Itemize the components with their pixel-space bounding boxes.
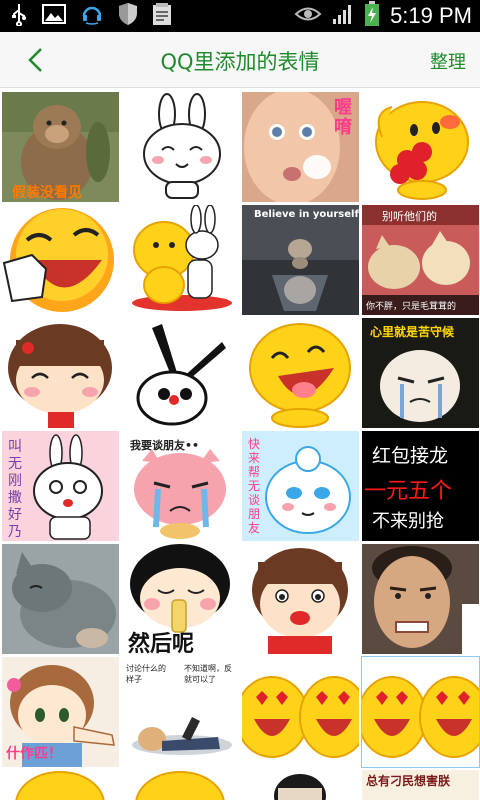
sticker-lying-person[interactable]: 讨论什么的样子 不知道啊，反就可以了 <box>122 657 239 767</box>
sticker-qq-flower[interactable] <box>362 92 479 202</box>
sticker-red-packet-text[interactable]: 红包接龙 一元五个 不来别抢 <box>362 431 479 541</box>
sticker-caption: 我要谈朋友•• <box>130 439 200 452</box>
status-bar: 5:19 PM <box>0 0 480 32</box>
sticker-rabbit-dazed[interactable]: 叫无刚撒好乃 <box>2 431 119 541</box>
system-icons: 5:19 PM <box>294 0 472 32</box>
sticker-crying-blob[interactable]: 心里就是苦守候 <box>362 318 479 428</box>
sticker-qq-laugh[interactable] <box>242 318 359 428</box>
app-bar: QQ里添加的表情 整理 <box>0 32 480 88</box>
sticker-caption-top: 别听他们的 <box>382 210 437 223</box>
battery-charging-icon <box>364 1 380 31</box>
sticker-blob-shy[interactable]: 快来帮无谈朋友 <box>242 431 359 541</box>
eye-icon <box>294 5 322 27</box>
image-icon <box>42 4 66 28</box>
update-icon <box>152 2 172 30</box>
sticker-caption: 喔唷 <box>334 97 352 138</box>
sticker-kitten-tiger-reflection[interactable]: Believe in yourself <box>242 205 359 315</box>
sticker-line-2: 一元五个 <box>364 479 453 504</box>
sticker-pig-crying[interactable]: 我要谈朋友•• <box>122 431 239 541</box>
signal-icon <box>332 3 354 29</box>
sticker-caption: 假装没看见 <box>12 185 82 201</box>
sticker-laughing-face[interactable] <box>2 205 119 315</box>
sticker-girl-cheeks[interactable] <box>242 544 359 654</box>
usb-icon <box>10 2 28 30</box>
sticker-caption: 快来帮无谈朋友 <box>248 437 261 535</box>
sticker-caption-right: 不知道啊，反就可以了 <box>184 664 232 684</box>
headset-icon <box>80 2 104 30</box>
sticker-gray-cat[interactable] <box>2 544 119 654</box>
sticker-line-1: 红包接龙 <box>372 445 449 467</box>
sticker-grid: 假装没看见 喔唷 Believe in yourself 别听他们的 你不胖，只… <box>0 89 480 800</box>
manage-button[interactable]: 整理 <box>430 48 466 74</box>
shield-icon <box>118 2 138 30</box>
sticker-line-3: 不来别抢 <box>372 511 444 532</box>
sticker-qq-hug-rabbit[interactable] <box>122 205 239 315</box>
sticker-caption-left: 讨论什么的样子 <box>126 664 166 684</box>
sticker-caption: 心里就是苦守候 <box>370 325 455 339</box>
sticker-partial-text[interactable]: 总有刁民想害朕 <box>362 770 479 800</box>
sticker-qq-partial-a[interactable] <box>2 770 119 800</box>
notification-icons <box>10 2 172 30</box>
sticker-qq-partial-b[interactable] <box>122 770 239 800</box>
sticker-baby-face[interactable]: 喔唷 <box>242 92 359 202</box>
sticker-caption: 然后呢 <box>128 632 195 654</box>
sticker-anime-girl[interactable]: 什作匹！ <box>2 657 119 767</box>
sticker-girl-smile[interactable] <box>2 318 119 428</box>
sticker-kittens-talking[interactable]: 别听他们的 你不胖，只是毛茸茸的 <box>362 205 479 315</box>
sticker-caption-bottom: 你不胖，只是毛茸茸的 <box>366 302 457 312</box>
sticker-scissors-face[interactable] <box>122 318 239 428</box>
sticker-rabbit-smile[interactable] <box>122 92 239 202</box>
status-time: 5:19 PM <box>390 3 472 28</box>
sticker-opera-face[interactable] <box>242 770 359 800</box>
sticker-caption: 什作匹！ <box>6 746 62 762</box>
sticker-qq-hearts-b[interactable] <box>361 656 480 768</box>
sticker-man-face[interactable] <box>362 544 479 654</box>
sticker-caption: 叫无刚撒好乃 <box>8 439 22 540</box>
sticker-girl-bottle[interactable]: 然后呢 <box>122 544 239 654</box>
sticker-qq-hearts-a[interactable] <box>242 657 359 767</box>
sticker-caption: 总有刁民想害朕 <box>366 774 451 788</box>
sticker-caption: Believe in yourself <box>254 209 359 220</box>
sticker-monkey[interactable]: 假装没看见 <box>2 92 119 202</box>
page-title: QQ里添加的表情 <box>160 50 320 74</box>
